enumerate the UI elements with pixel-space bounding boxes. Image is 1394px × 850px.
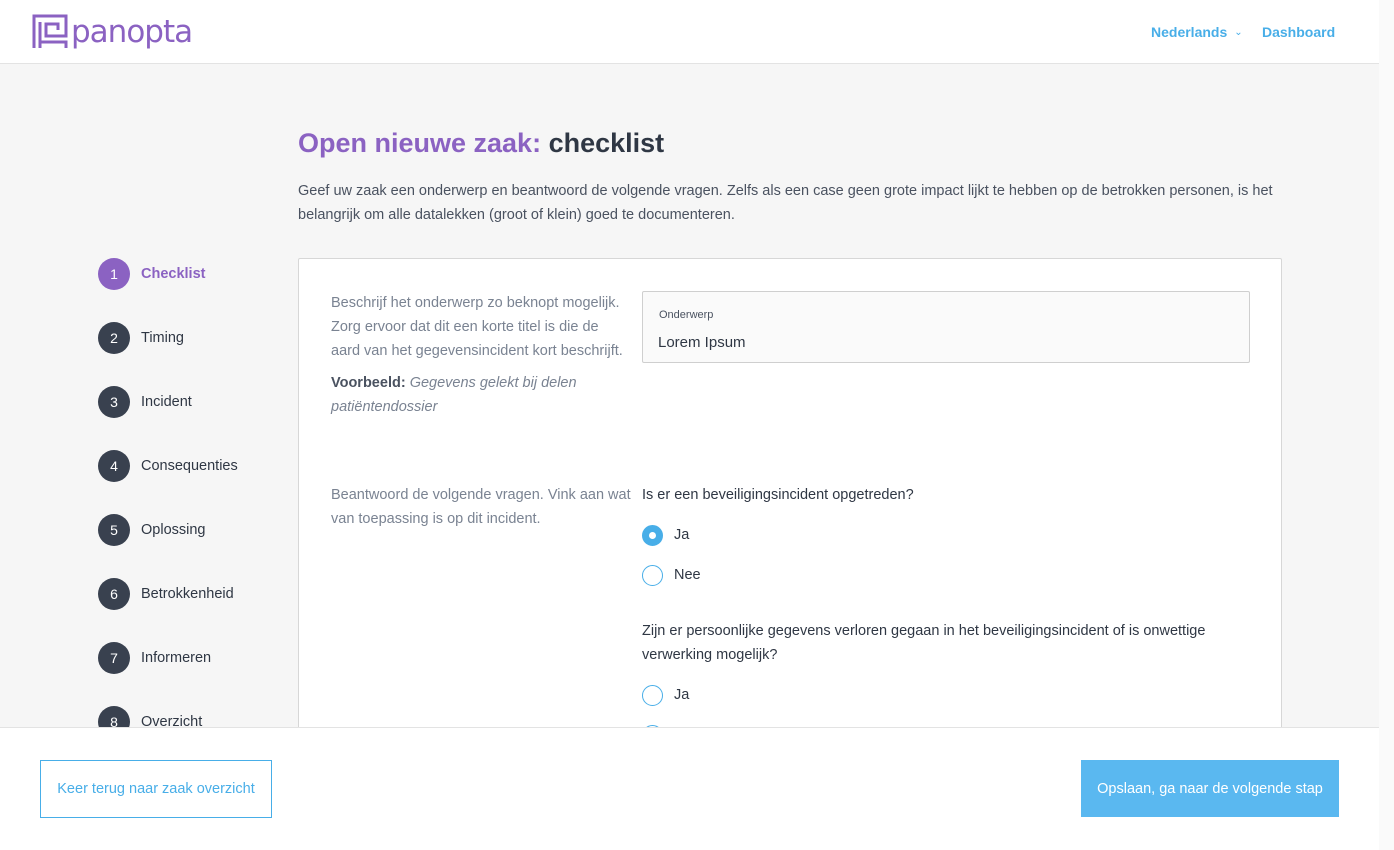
radio-q1-ja[interactable]: Ja (642, 524, 689, 546)
step-number: 3 (98, 386, 130, 418)
action-footer: Keer terug naar zaak overzicht Opslaan, … (0, 727, 1379, 850)
radio-label: Ja (674, 687, 690, 703)
back-to-overview-button[interactable]: Keer terug naar zaak overzicht (40, 760, 272, 818)
page-title: Open nieuwe zaak: checklist (298, 128, 664, 159)
radio-label: Nee (674, 567, 701, 583)
subject-field[interactable]: Onderwerp (642, 291, 1250, 363)
example-block: Voorbeeld: Gegevens gelekt bij delen pat… (331, 371, 631, 419)
radio-unchecked-icon[interactable] (642, 684, 663, 706)
page-intro: Geef uw zaak een onderwerp en beantwoord… (298, 183, 1273, 223)
radio-checked-icon[interactable] (642, 524, 663, 546)
step-betrokkenheid[interactable]: 6 Betrokkenheid (98, 578, 234, 610)
example-label: Voorbeeld: (331, 375, 406, 391)
language-selector[interactable]: Nederlands ⌄ (1151, 24, 1243, 40)
radio-unchecked-icon[interactable] (642, 564, 663, 586)
page-title-accent: Open nieuwe zaak: (298, 128, 542, 158)
step-number: 6 (98, 578, 130, 610)
step-label: Timing (141, 330, 184, 346)
radio-q2-ja[interactable]: Ja (642, 684, 689, 706)
page-title-rest: checklist (548, 128, 665, 158)
radio-label: Ja (674, 527, 690, 543)
step-incident[interactable]: 3 Incident (98, 386, 192, 418)
step-number: 2 (98, 322, 130, 354)
subject-help-text: Beschrijf het onderwerp zo beknopt mogel… (331, 295, 623, 359)
save-next-step-button[interactable]: Opslaan, ga naar de volgende stap (1081, 760, 1339, 817)
step-timing[interactable]: 2 Timing (98, 322, 184, 354)
step-checklist[interactable]: 1 Checklist (98, 258, 205, 290)
step-oplossing[interactable]: 5 Oplossing (98, 514, 205, 546)
step-number: 7 (98, 642, 130, 674)
page-scrollbar[interactable] (1379, 0, 1394, 850)
questions-help: Beantwoord de volgende vragen. Vink aan … (331, 487, 631, 527)
question-personal-data: Zijn er persoonlijke gegevens verloren g… (642, 623, 1206, 663)
panopta-logo-icon (32, 14, 68, 48)
top-header: panopta Nederlands ⌄ Dashboard (0, 0, 1379, 64)
dashboard-link[interactable]: Dashboard (1262, 24, 1335, 40)
step-label: Informeren (141, 650, 212, 666)
question-security-incident: Is er een beveiligingsincident opgetrede… (642, 487, 914, 503)
step-label: Checklist (141, 266, 206, 282)
language-label: Nederlands (1151, 24, 1228, 40)
checklist-card: Beschrijf het onderwerp zo beknopt mogel… (298, 258, 1282, 746)
subject-input[interactable] (658, 330, 1228, 354)
step-consequenties[interactable]: 4 Consequenties (98, 450, 238, 482)
panopta-logo[interactable]: panopta (32, 14, 193, 50)
radio-q1-nee[interactable]: Nee (642, 564, 701, 586)
subject-help: Beschrijf het onderwerp zo beknopt mogel… (331, 291, 631, 419)
step-number: 5 (98, 514, 130, 546)
step-number: 1 (98, 258, 130, 290)
step-label: Betrokkenheid (141, 586, 234, 602)
step-label: Oplossing (141, 522, 206, 538)
step-number: 4 (98, 450, 130, 482)
step-label: Incident (141, 394, 192, 410)
step-label: Consequenties (141, 458, 238, 474)
step-informeren[interactable]: 7 Informeren (98, 642, 211, 674)
logo-text: panopta (71, 14, 193, 50)
subject-field-label: Onderwerp (659, 309, 714, 321)
chevron-down-icon: ⌄ (1234, 26, 1243, 38)
